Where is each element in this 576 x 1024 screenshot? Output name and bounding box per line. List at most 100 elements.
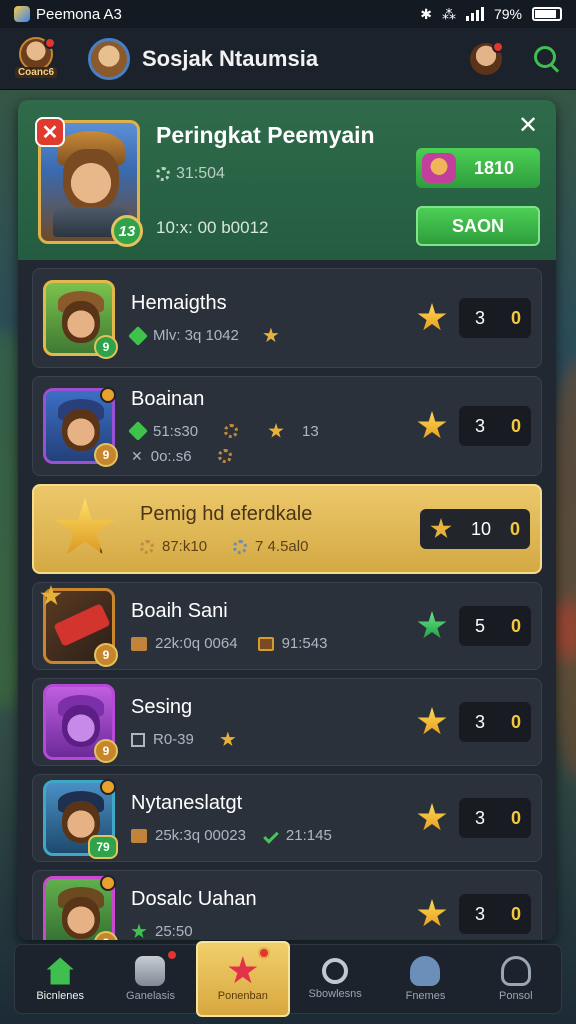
friend-avatar-button[interactable] (470, 40, 504, 75)
star-icon (430, 518, 452, 539)
player-name: Pemig hd eferdkale (140, 503, 313, 525)
star-icon (417, 707, 447, 735)
nav-item-home[interactable]: Bicnlenes (15, 945, 105, 1013)
panel-title: Peringkat Peemyain (156, 122, 375, 148)
nav-label: Ponsol (498, 990, 533, 1002)
gear-icon (156, 167, 170, 181)
player-level: 79 (88, 835, 118, 859)
chest-icon (257, 636, 274, 651)
score-box: 10 0 (420, 509, 530, 549)
signal-icon (465, 7, 484, 21)
player-stat-tertiary: 0o:.s6 (150, 447, 192, 465)
player-name: Boainan (131, 387, 205, 410)
action-button[interactable]: SAON (416, 206, 540, 246)
hero-face (63, 149, 119, 211)
gem-icon (128, 421, 148, 441)
player-name: Sesing (131, 696, 193, 718)
nav-item-ranking[interactable]: Ponenban (195, 941, 290, 1017)
nav-item-profile[interactable]: Ponsol (471, 945, 561, 1013)
player-level: 9 (94, 931, 118, 940)
player-stat-secondary: 13 (302, 422, 319, 440)
score-value: 10 (470, 518, 491, 539)
score-suffix: 0 (510, 807, 521, 828)
score-value: 3 (475, 903, 486, 924)
score-suffix: 0 (510, 711, 521, 732)
list-item[interactable]: 9 Sesing R0-39 3 0 (32, 678, 542, 766)
drum-icon (135, 956, 166, 986)
nav-label: Sbowlesns (308, 988, 362, 1000)
top-bar: Coanc6 Sosjak Ntaumsia (0, 28, 576, 90)
check-icon (263, 827, 279, 844)
star-icon (263, 327, 279, 343)
score-value: 3 (475, 415, 486, 436)
gem-icon (128, 325, 148, 346)
list-item-highlighted[interactable]: Pemig hd eferdkale 87:k10 7 4.5al0 10 0 (32, 484, 542, 574)
panel-subtitle: 31:504 (176, 165, 225, 182)
score-value: 3 (475, 307, 486, 328)
gold-star-icon (55, 498, 115, 555)
list-item[interactable]: 9 Boainan 51:s30 13 ✕ 0o:.s6 3 0 (32, 376, 542, 476)
player-stat: 51:s30 (153, 422, 199, 440)
list-item[interactable]: 9 Dosalc Uahan 25:50 3 0 (32, 870, 542, 940)
score-box: 3 0 (459, 894, 531, 934)
player-stat: 87:k10 (162, 538, 208, 555)
profile-avatar-button[interactable]: Coanc6 (14, 36, 58, 81)
list-item[interactable]: 9 Boaih Sani 22k:0q 0064 91:543 5 0 (32, 582, 542, 670)
player-stat-secondary: 7 4.5al0 (255, 538, 309, 555)
score-suffix: 0 (510, 903, 521, 924)
player-portrait: 9 (43, 280, 118, 359)
coin-icon (100, 540, 115, 555)
search-icon[interactable] (532, 44, 562, 74)
crate-icon (131, 828, 147, 843)
vibrate-icon: ⁂ (441, 5, 456, 22)
crate-icon (131, 636, 147, 651)
hero-level-badge: 13 (111, 215, 143, 247)
list-item[interactable]: 79 Nytaneslatgt 25k:3q 00023 21:145 3 0 (32, 774, 542, 862)
cog-icon (233, 539, 248, 554)
score-value: 3 (475, 711, 486, 732)
notification-dot (44, 36, 56, 49)
score-suffix: 0 (510, 615, 521, 636)
score-box: 3 0 (459, 702, 531, 742)
player-stat: 25:50 (155, 923, 193, 940)
close-badge-icon[interactable]: ✕ (35, 117, 65, 147)
star-icon (417, 899, 447, 927)
star-icon (40, 585, 62, 606)
player-portrait: 9 (40, 585, 118, 667)
nav-item-inventory[interactable]: Ganelasis (105, 945, 195, 1013)
nav-item-search[interactable]: Sbowlesns (290, 945, 380, 1013)
leaderboard-list: 9 Hemaigths Mlv: 3q 1042 3 0 9 Boainan 5… (18, 260, 556, 940)
weapon-icon (53, 603, 111, 647)
star-icon (417, 411, 447, 439)
square-icon (131, 732, 145, 747)
nav-item-friends[interactable]: Fnemes (380, 945, 470, 1013)
player-name: Dosalc Uahan (131, 888, 257, 910)
score-chip-value: 1810 (474, 157, 515, 178)
magnifier-icon (322, 958, 349, 984)
star-icon (228, 956, 258, 984)
score-suffix: 0 (509, 518, 520, 539)
player-portrait: 9 (43, 875, 118, 940)
green-star-icon (417, 611, 447, 639)
panel-header: ✕ 13 Peringkat Peemyain 31:504 10:x: 00 … (18, 100, 556, 260)
star-icon (268, 423, 284, 438)
player-portrait: 9 (43, 684, 118, 763)
player-level: 9 (94, 335, 118, 359)
friend-notification-dot (492, 40, 504, 53)
score-value: 3 (475, 807, 486, 828)
score-box: 3 0 (459, 798, 531, 838)
bottom-nav: Bicnlenes Ganelasis Ponenban Sbowlesns F… (14, 941, 562, 1017)
close-icon[interactable]: ✕ (514, 112, 542, 140)
player-stat-secondary: 91:543 (281, 635, 328, 652)
bluetooth-icon: ✱ (420, 5, 432, 22)
score-suffix: 0 (510, 307, 521, 328)
player-stat: R0-39 (153, 731, 194, 748)
nav-label: Bicnlenes (36, 990, 85, 1002)
star-icon (417, 803, 447, 831)
list-item[interactable]: 9 Hemaigths Mlv: 3q 1042 3 0 (32, 268, 542, 368)
hero-portrait: ✕ 13 (35, 117, 143, 247)
score-chip[interactable]: 1810 (416, 148, 540, 188)
score-box: 5 0 (459, 606, 531, 646)
cog-icon (224, 424, 239, 438)
battery-percent: 79% (493, 6, 522, 22)
